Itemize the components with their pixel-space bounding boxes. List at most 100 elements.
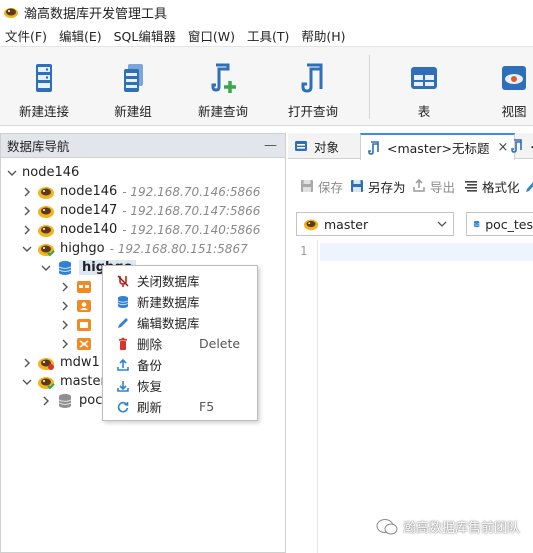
context-new-database[interactable]: 新建数据库 <box>103 291 257 312</box>
download-icon <box>117 380 129 392</box>
tab-query-label: <master>无标题 <box>387 141 490 156</box>
sql-editor[interactable]: 1 <box>288 240 533 553</box>
main-toolbar: 新建连接 新建组 新建查询 打开查询 表 视图 <box>0 46 533 126</box>
tree-child-roles[interactable] <box>59 315 98 334</box>
tree-node-master[interactable]: master <box>21 372 106 391</box>
line-number-gutter: 1 <box>288 240 318 553</box>
context-refresh-shortcut: F5 <box>199 399 215 414</box>
node-name: node147 <box>60 203 118 218</box>
watermark-text: 瀚高数据库售前团队 <box>403 521 521 536</box>
chevron-right-icon <box>24 358 30 367</box>
tree-db-poc[interactable]: poc <box>40 391 102 410</box>
menu-bar: 文件(F) 编辑(E) SQL编辑器 窗口(W) 工具(T) 帮助(H) <box>0 24 533 46</box>
tab-query-untitled[interactable]: <master>无标题 × <box>360 133 516 160</box>
format-label: 格式化 <box>482 179 520 195</box>
new-query-button[interactable]: 新建查询 <box>193 47 253 127</box>
group-icon <box>124 64 143 92</box>
menu-help[interactable]: 帮助(H) <box>296 26 350 45</box>
tree-node-node147[interactable]: node147 - 192.168.70.147:5866 <box>21 201 260 220</box>
role-icon <box>77 318 91 331</box>
server-connection-icon <box>36 64 52 92</box>
chevron-right-icon <box>24 206 30 215</box>
open-query-label: 打开查询 <box>287 104 338 119</box>
minimize-button[interactable]: — <box>264 138 277 153</box>
tab-objects-label: 对象 <box>314 139 340 155</box>
toolbar-separator <box>369 55 370 119</box>
tree-node-node140[interactable]: node140 - 192.168.70.140:5866 <box>21 220 260 239</box>
context-refresh-label: 刷新 <box>137 400 163 415</box>
open-query-button[interactable]: 打开查询 <box>283 47 343 127</box>
save-button[interactable]: 保存 <box>300 177 343 195</box>
database-select[interactable]: poc_tes <box>466 212 533 236</box>
highgo-server-icon <box>38 357 54 370</box>
table-icon <box>411 67 437 89</box>
highgo-server-icon <box>38 224 54 237</box>
context-close-database[interactable]: 关闭数据库 <box>103 270 257 291</box>
menu-sql-editor[interactable]: SQL编辑器 <box>109 26 181 45</box>
format-icon <box>465 181 477 192</box>
context-refresh[interactable]: 刷新 F5 <box>103 396 257 417</box>
highgo-server-icon <box>38 186 54 199</box>
node-name: node146 <box>60 184 118 199</box>
new-group-button[interactable]: 新建组 <box>103 47 163 127</box>
tab-next[interactable]: < <box>510 133 533 159</box>
tab-close-button[interactable]: × <box>498 140 509 155</box>
editor-tabs-bar: 对象 <master>无标题 × < <box>288 133 533 160</box>
view-icon <box>502 66 526 90</box>
context-delete-shortcut: Delete <box>199 336 241 351</box>
menu-window[interactable]: 窗口(W) <box>183 26 240 45</box>
pencil-icon[interactable] <box>525 179 533 193</box>
extension-icon <box>77 337 91 350</box>
chevron-down-icon <box>22 246 32 252</box>
menu-tools[interactable]: 工具(T) <box>242 26 294 45</box>
node-address: - 192.168.70.147:5866 <box>122 203 261 218</box>
tree-node-mdw1[interactable]: mdw1 <box>21 353 100 372</box>
query-icon <box>511 139 522 153</box>
app-logo-icon <box>4 8 18 18</box>
chevron-down-icon <box>437 221 447 227</box>
context-delete-label: 删除 <box>137 337 163 352</box>
wechat-icon <box>376 518 398 534</box>
menu-edit[interactable]: 编辑(E) <box>54 26 107 45</box>
tab-objects[interactable]: 对象 <box>294 133 339 159</box>
objects-icon <box>295 141 307 151</box>
view-button[interactable]: 视图 <box>488 47 533 127</box>
tree-child-schemas[interactable] <box>59 277 98 296</box>
context-backup[interactable]: 备份 <box>103 354 257 375</box>
chevron-right-icon <box>43 396 49 405</box>
tree-child-extensions[interactable] <box>59 334 98 353</box>
tree-node-node146[interactable]: node146 - 192.168.70.146:5866 <box>21 182 260 201</box>
navigator-title: 数据库导航 <box>7 139 70 154</box>
database-name: poc <box>79 393 103 408</box>
node-name: mdw1 <box>60 355 100 370</box>
export-button[interactable]: 导出 <box>412 177 455 195</box>
format-button[interactable]: 格式化 <box>464 177 520 195</box>
chevron-right-icon <box>62 301 68 310</box>
node-address: - 192.168.70.146:5866 <box>122 184 261 199</box>
save-label: 保存 <box>318 179 344 195</box>
connection-select[interactable]: master <box>296 212 454 236</box>
tree-node-highgo[interactable]: highgo - 192.168.80.151:5867 <box>21 239 248 258</box>
chevron-down-icon <box>41 265 51 271</box>
chevron-right-icon <box>62 320 68 329</box>
tree-group-node146[interactable]: node146 <box>6 163 79 182</box>
title-bar: 瀚高数据库开发管理工具 <box>0 0 533 24</box>
context-edit-database[interactable]: 编辑数据库 <box>103 312 257 333</box>
view-label: 视图 <box>501 104 527 119</box>
tree-child-users[interactable] <box>59 296 98 315</box>
context-restore[interactable]: 恢复 <box>103 375 257 396</box>
menu-file[interactable]: 文件(F) <box>0 26 52 45</box>
chevron-right-icon <box>62 282 68 291</box>
export-label: 导出 <box>430 179 456 195</box>
highgo-server-icon <box>38 205 54 218</box>
save-as-button[interactable]: 另存为 <box>350 177 406 195</box>
context-delete[interactable]: 删除 Delete <box>103 333 257 354</box>
table-button[interactable]: 表 <box>396 47 452 127</box>
context-backup-label: 备份 <box>137 358 163 373</box>
new-connection-button[interactable]: 新建连接 <box>14 47 74 127</box>
save-icon <box>301 180 313 192</box>
line-number: 1 <box>300 244 308 258</box>
database-icon <box>117 295 129 308</box>
new-connection-label: 新建连接 <box>18 104 69 119</box>
current-line-highlight <box>320 243 533 261</box>
